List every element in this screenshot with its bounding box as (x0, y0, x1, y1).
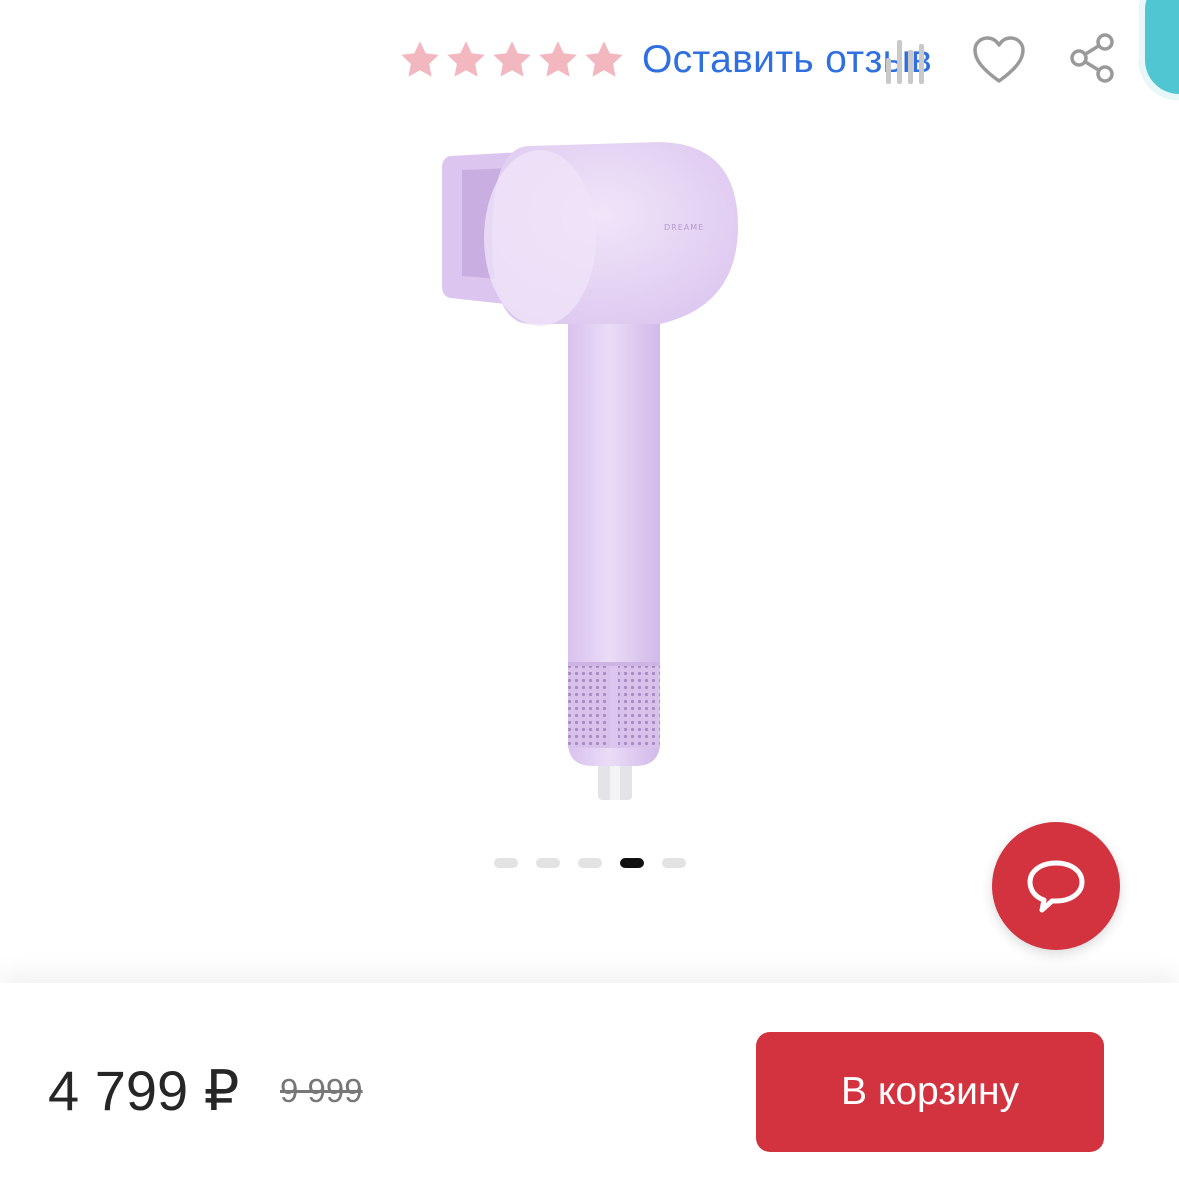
brand-mark: DREAME (664, 223, 704, 232)
carousel-dot[interactable] (494, 858, 518, 868)
favorite-button[interactable] (968, 30, 1030, 90)
bar-chart-icon[interactable] (882, 36, 926, 86)
heart-outline-icon (973, 36, 1025, 83)
star-icon (539, 41, 577, 77)
star-icon (493, 41, 531, 77)
share-icon (1070, 33, 1114, 83)
product-page: Оставить отзыв DREAME 4 799 ₽ 9 999 В ко… (0, 0, 1179, 1188)
add-to-cart-button[interactable]: В корзину (756, 1032, 1104, 1152)
chat-bubble-icon (1027, 860, 1085, 913)
star-icon (401, 41, 439, 77)
star-icon (447, 41, 485, 77)
share-button[interactable] (1064, 28, 1120, 88)
carousel-dot[interactable] (536, 858, 560, 868)
rating-stars[interactable] (398, 38, 626, 82)
carousel-dot[interactable] (578, 858, 602, 868)
star-icon (585, 41, 623, 77)
edge-overlay (1139, 0, 1179, 100)
chat-button[interactable] (992, 822, 1120, 950)
carousel-dot[interactable] (662, 858, 686, 868)
carousel-indicator (494, 858, 686, 868)
rating-row: Оставить отзыв (398, 30, 932, 90)
product-image[interactable]: DREAME (230, 110, 950, 830)
carousel-dot-active[interactable] (620, 858, 644, 868)
old-price: 9 999 (280, 1072, 363, 1109)
current-price: 4 799 ₽ (48, 1059, 240, 1122)
